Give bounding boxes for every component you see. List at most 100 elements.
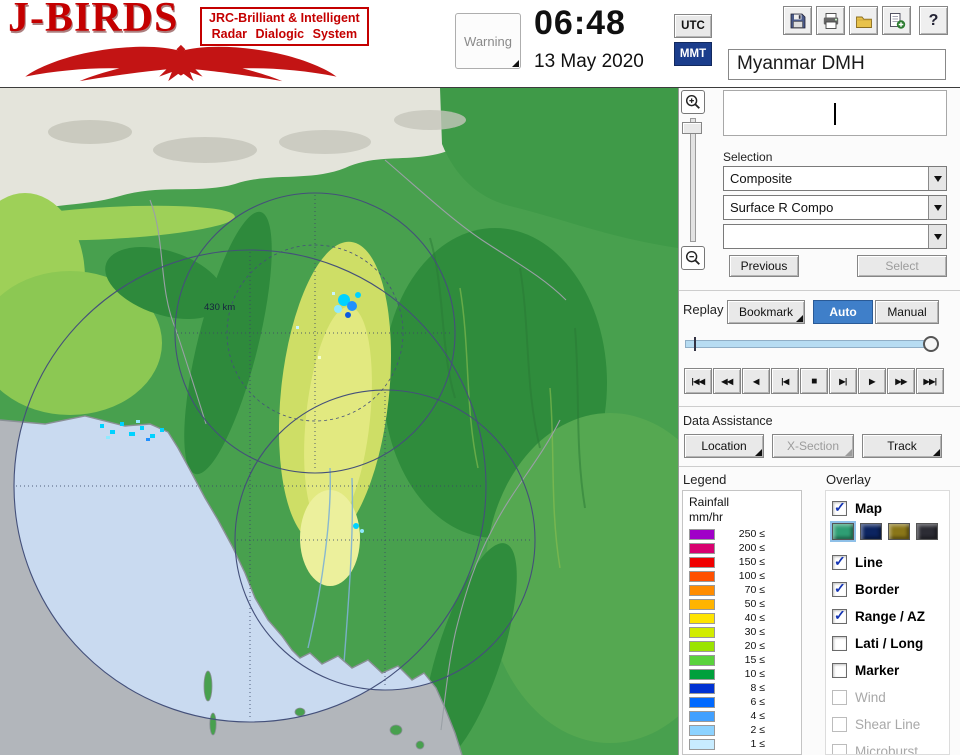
overlay-item-border[interactable]: Border [832,578,949,600]
legend-color-swatch [689,542,715,554]
x-section-button[interactable]: X-Section [772,434,854,458]
zoom-slider-thumb[interactable] [682,122,702,134]
legend-row: 10 ≤ [683,667,801,681]
help-button[interactable]: ? [919,6,948,35]
marker-checkbox[interactable] [832,662,847,678]
map-style-swatch-3[interactable] [888,523,910,540]
legend-row: 1 ≤ [683,737,801,751]
manual-mode-button[interactable]: Manual [875,300,939,324]
overlay-item-line[interactable]: Line [832,551,949,573]
app-logo-title: J-BIRDS [8,0,179,41]
legend-row: 100 ≤ [683,569,801,583]
mmt-toggle-button[interactable]: MMT [674,42,712,66]
open-folder-button[interactable] [849,6,878,35]
zoom-slider-track[interactable] [690,118,696,242]
step-forward-button[interactable]: ▶| [829,368,857,394]
chevron-down-icon[interactable] [928,225,946,248]
stop-button[interactable]: ■ [800,368,828,394]
overlay-item-wind[interactable]: Wind [832,686,949,708]
timeline-thumb[interactable] [923,336,939,352]
overlay-item-shear-line[interactable]: Shear Line [832,713,949,735]
overlay-item-range-az[interactable]: Range / AZ [832,605,949,627]
timeline-position-tick [694,337,696,351]
legend-color-swatch [689,598,715,610]
play-button[interactable]: ▶ [858,368,886,394]
fast-rewind-button[interactable]: ◀◀ [713,368,741,394]
legend-color-swatch [689,696,715,708]
overlay-item-map[interactable]: Map [832,497,949,519]
previous-button[interactable]: Previous [729,255,799,277]
legend-row: 50 ≤ [683,597,801,611]
magnifier-minus-icon [685,250,700,265]
play-reverse-button[interactable]: ◀ [742,368,770,394]
legend-color-swatch [689,724,715,736]
skip-to-start-button[interactable]: |◀◀ [684,368,712,394]
location-button[interactable]: Location [684,434,764,458]
border-checkbox[interactable] [832,580,847,597]
legend-color-swatch [689,584,715,596]
product-combo[interactable]: Surface R Compo [723,195,947,220]
step-back-button[interactable]: |◀ [771,368,799,394]
legend-row: 8 ≤ [683,681,801,695]
map-style-swatch-4[interactable] [916,523,938,540]
composite-combo-value: Composite [730,171,793,186]
extra-combo[interactable] [723,224,947,249]
lati-long-checkbox[interactable] [832,635,847,651]
microburst-checkbox[interactable] [832,743,847,754]
wind-checkbox[interactable] [832,689,847,705]
chevron-down-icon[interactable] [928,167,946,190]
fast-forward-button[interactable]: ▶▶ [887,368,915,394]
legend-color-swatch [689,668,715,680]
clock-date: 13 May 2020 [534,51,644,72]
text-caret [834,103,836,125]
select-button[interactable]: Select [857,255,947,277]
printer-icon [823,12,838,29]
legend-row: 6 ≤ [683,695,801,709]
map-style-swatch-2[interactable] [860,523,882,540]
legend-row: 15 ≤ [683,653,801,667]
chevron-down-icon[interactable] [928,196,946,219]
radar-map-image[interactable] [0,88,678,755]
utc-toggle-button[interactable]: UTC [674,14,712,38]
legend-row: 20 ≤ [683,639,801,653]
overlay-item-marker[interactable]: Marker [832,659,949,681]
station-name-field[interactable]: Myanmar DMH [728,49,946,80]
overlay-item-lati-long[interactable]: Lati / Long [832,632,949,654]
composite-combo[interactable]: Composite [723,166,947,191]
tagline-line-2: Radar Dialogic System [211,27,358,42]
range-az-checkbox[interactable] [832,607,847,624]
overlay-item-microburst[interactable]: Microburst [832,740,949,754]
legend-row: 70 ≤ [683,583,801,597]
print-button[interactable] [816,6,845,35]
map-style-swatch-1[interactable] [830,521,856,542]
zoom-in-button[interactable] [681,90,705,114]
rainfall-legend-panel: Rainfall mm/hr 250 ≤ 200 ≤ 150 ≤ 100 ≤ 7… [682,490,802,755]
zoom-out-button[interactable] [681,246,705,270]
legend-color-swatch [689,612,715,624]
legend-color-swatch [689,654,715,666]
replay-label: Replay [683,302,724,317]
export-button[interactable] [882,6,911,35]
track-button[interactable]: Track [862,434,942,458]
map-area: 430 km [0,88,678,755]
legend-row: 40 ≤ [683,611,801,625]
legend-row: 2 ≤ [683,723,801,737]
shear-line-checkbox[interactable] [832,716,847,732]
header: J-BIRDS JRC-Brilliant & Intelligent Rada… [0,0,960,88]
export-plus-icon [889,12,905,29]
map-checkbox[interactable] [832,499,847,516]
auto-mode-button[interactable]: Auto [813,300,873,324]
legend-row: 30 ≤ [683,625,801,639]
legend-color-swatch [689,556,715,568]
line-checkbox[interactable] [832,553,847,570]
legend-unit: mm/hr [689,510,723,524]
save-button[interactable] [783,6,812,35]
divider [679,466,960,467]
skip-to-end-button[interactable]: ▶▶| [916,368,944,394]
timeline-track[interactable] [685,340,937,348]
station-search-input[interactable] [723,90,947,136]
clock-time: 06:48 [534,4,626,42]
warning-button[interactable]: Warning [455,13,521,69]
tagline-line-1: JRC-Brilliant & Intelligent [209,11,360,25]
bookmark-button[interactable]: Bookmark [727,300,805,324]
